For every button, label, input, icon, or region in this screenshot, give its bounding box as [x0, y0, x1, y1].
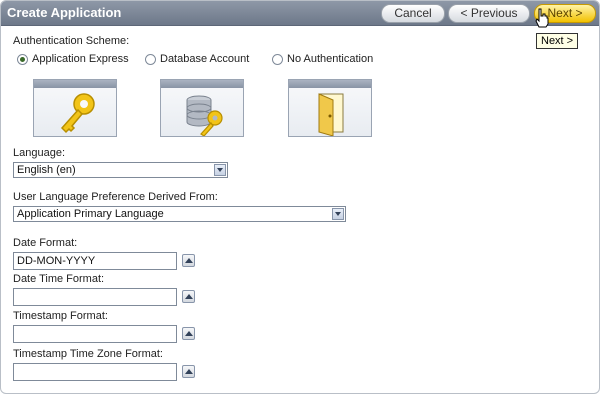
hand-cursor-icon: [535, 8, 549, 28]
radio-application-express[interactable]: Application Express: [17, 53, 129, 65]
user-language-pref-select[interactable]: Application Primary Language: [13, 206, 346, 222]
timestamp-format-picker-button[interactable]: [182, 327, 195, 340]
user-language-pref-label: User Language Preference Derived From:: [13, 191, 218, 203]
radio-label: No Authentication: [287, 53, 374, 65]
date-time-format-picker-button[interactable]: [182, 290, 195, 303]
language-value: English (en): [17, 164, 76, 176]
radio-label: Database Account: [160, 53, 250, 65]
timestamp-tz-format-field[interactable]: [13, 363, 177, 381]
previous-button[interactable]: < Previous: [448, 4, 530, 23]
key-icon: [60, 93, 95, 134]
page-title: Create Application: [7, 5, 122, 20]
auth-scheme-label: Authentication Scheme:: [13, 35, 130, 47]
radio-label: Application Express: [32, 53, 129, 65]
radio-button[interactable]: [17, 53, 28, 65]
date-format-label: Date Format:: [13, 237, 78, 249]
cancel-button[interactable]: Cancel: [381, 4, 445, 23]
date-format-picker-button[interactable]: [182, 254, 195, 267]
date-format-field[interactable]: DD-MON-YYYY: [13, 252, 177, 270]
tile-database-account[interactable]: [160, 79, 244, 137]
tile-application-express[interactable]: [33, 79, 117, 137]
radio-button[interactable]: [272, 53, 283, 65]
chevron-down-icon[interactable]: [214, 164, 226, 176]
timestamp-tz-format-picker-button[interactable]: [182, 365, 195, 378]
chevron-down-icon[interactable]: [332, 208, 344, 220]
timestamp-format-label: Timestamp Format:: [13, 310, 108, 322]
date-time-format-label: Date Time Format:: [13, 273, 105, 285]
title-bar: Create Application Cancel < Previous Nex…: [1, 1, 599, 26]
timestamp-tz-format-label: Timestamp Time Zone Format:: [13, 348, 163, 360]
radio-database-account[interactable]: Database Account: [145, 53, 249, 65]
language-select[interactable]: English (en): [13, 162, 228, 178]
create-application-panel: Create Application Cancel < Previous Nex…: [0, 0, 600, 394]
next-tooltip: Next >: [536, 33, 579, 49]
radio-no-authentication[interactable]: No Authentication: [272, 53, 373, 65]
user-language-pref-value: Application Primary Language: [17, 208, 164, 220]
database-key-icon: [186, 95, 223, 136]
open-door-icon: [318, 93, 344, 136]
language-label: Language:: [13, 147, 65, 159]
date-time-format-field[interactable]: [13, 288, 177, 306]
timestamp-format-field[interactable]: [13, 325, 177, 343]
radio-button[interactable]: [145, 53, 156, 65]
tile-no-authentication[interactable]: [288, 79, 372, 137]
